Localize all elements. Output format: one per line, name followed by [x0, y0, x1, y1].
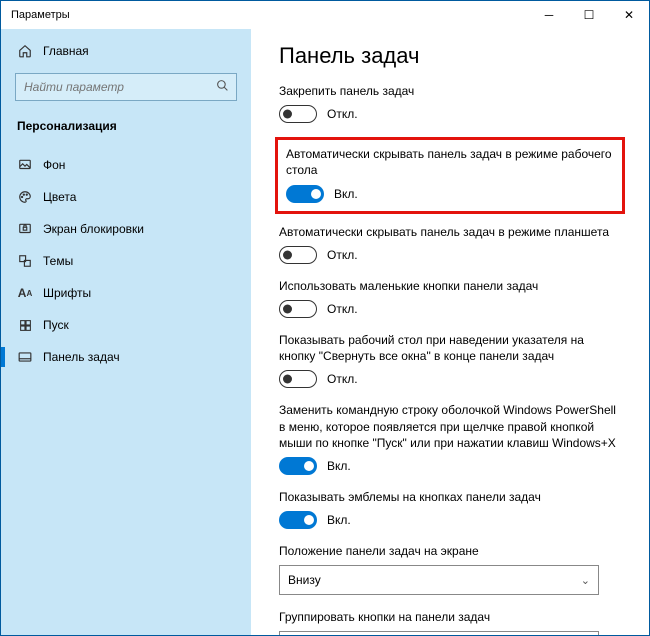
setting-taskbar-position: Положение панели задач на экране Внизу ⌄: [279, 543, 621, 595]
setting-label: Автоматически скрывать панель задач в ре…: [286, 146, 614, 178]
setting-autohide-tablet: Автоматически скрывать панель задач в ре…: [279, 224, 621, 264]
toggle-badges[interactable]: [279, 511, 317, 529]
setting-label: Показывать эмблемы на кнопках панели зад…: [279, 489, 621, 505]
setting-label: Автоматически скрывать панель задач в ре…: [279, 224, 621, 240]
page-title: Панель задач: [279, 43, 621, 69]
sidebar-home-label: Главная: [43, 44, 89, 58]
dropdown-combine-buttons[interactable]: Всегда, скрывать метки ⌄: [279, 631, 599, 635]
dropdown-taskbar-position[interactable]: Внизу ⌄: [279, 565, 599, 595]
toggle-small-buttons[interactable]: [279, 300, 317, 318]
toggle-state: Вкл.: [334, 187, 358, 201]
setting-badges: Показывать эмблемы на кнопках панели зад…: [279, 489, 621, 529]
start-icon: [17, 317, 33, 333]
toggle-state: Вкл.: [327, 459, 351, 473]
toggle-autohide-desktop[interactable]: [286, 185, 324, 203]
picture-icon: [17, 157, 33, 173]
sidebar-item-label: Шрифты: [43, 286, 91, 300]
toggle-state: Откл.: [327, 248, 358, 262]
setting-label: Показывать рабочий стол при наведении ук…: [279, 332, 621, 364]
sidebar-item-label: Пуск: [43, 318, 69, 332]
toggle-lock-taskbar[interactable]: [279, 105, 317, 123]
toggle-state: Откл.: [327, 372, 358, 386]
toggle-powershell[interactable]: [279, 457, 317, 475]
setting-label: Закрепить панель задач: [279, 83, 621, 99]
search-input[interactable]: [15, 73, 237, 101]
setting-label: Группировать кнопки на панели задач: [279, 609, 621, 625]
toggle-peek-desktop[interactable]: [279, 370, 317, 388]
themes-icon: [17, 253, 33, 269]
sidebar-item-fonts[interactable]: AA Шрифты: [1, 277, 251, 309]
minimize-button[interactable]: ─: [529, 1, 569, 29]
fonts-icon: AA: [17, 285, 33, 301]
setting-label: Использовать маленькие кнопки панели зад…: [279, 278, 621, 294]
toggle-state: Откл.: [327, 302, 358, 316]
sidebar: Главная Персонализация Фон Ц: [1, 29, 251, 635]
close-button[interactable]: ✕: [609, 1, 649, 29]
sidebar-item-label: Панель задач: [43, 350, 120, 364]
sidebar-home[interactable]: Главная: [1, 35, 251, 67]
toggle-state: Откл.: [327, 107, 358, 121]
sidebar-section-label: Персонализация: [1, 113, 251, 143]
setting-label: Заменить командную строку оболочкой Wind…: [279, 402, 621, 451]
settings-window: Параметры ─ ☐ ✕ Главная Персонализация: [0, 0, 650, 636]
titlebar: Параметры ─ ☐ ✕: [1, 1, 649, 29]
sidebar-item-label: Цвета: [43, 190, 76, 204]
maximize-button[interactable]: ☐: [569, 1, 609, 29]
setting-label: Положение панели задач на экране: [279, 543, 621, 559]
sidebar-item-label: Темы: [43, 254, 73, 268]
taskbar-icon: [17, 349, 33, 365]
toggle-state: Вкл.: [327, 513, 351, 527]
sidebar-item-colors[interactable]: Цвета: [1, 181, 251, 213]
sidebar-item-label: Фон: [43, 158, 65, 172]
lock-icon: [17, 221, 33, 237]
home-icon: [17, 43, 33, 59]
highlight-annotation: Автоматически скрывать панель задач в ре…: [275, 137, 625, 213]
sidebar-item-taskbar[interactable]: Панель задач: [1, 341, 251, 373]
setting-peek-desktop: Показывать рабочий стол при наведении ук…: [279, 332, 621, 388]
chevron-down-icon: ⌄: [581, 574, 590, 587]
setting-small-buttons: Использовать маленькие кнопки панели зад…: [279, 278, 621, 318]
setting-autohide-desktop: Автоматически скрывать панель задач в ре…: [286, 146, 614, 202]
window-title: Параметры: [11, 9, 70, 21]
search-icon: [216, 79, 229, 95]
sidebar-item-lockscreen[interactable]: Экран блокировки: [1, 213, 251, 245]
palette-icon: [17, 189, 33, 205]
setting-powershell: Заменить командную строку оболочкой Wind…: [279, 402, 621, 475]
setting-lock-taskbar: Закрепить панель задач Откл.: [279, 83, 621, 123]
sidebar-item-label: Экран блокировки: [43, 222, 144, 236]
content-area: Панель задач Закрепить панель задач Откл…: [251, 29, 649, 635]
search-field[interactable]: [15, 73, 237, 101]
dropdown-value: Внизу: [288, 573, 321, 587]
sidebar-item-themes[interactable]: Темы: [1, 245, 251, 277]
toggle-autohide-tablet[interactable]: [279, 246, 317, 264]
sidebar-item-background[interactable]: Фон: [1, 149, 251, 181]
sidebar-item-start[interactable]: Пуск: [1, 309, 251, 341]
setting-combine-buttons: Группировать кнопки на панели задач Всег…: [279, 609, 621, 635]
